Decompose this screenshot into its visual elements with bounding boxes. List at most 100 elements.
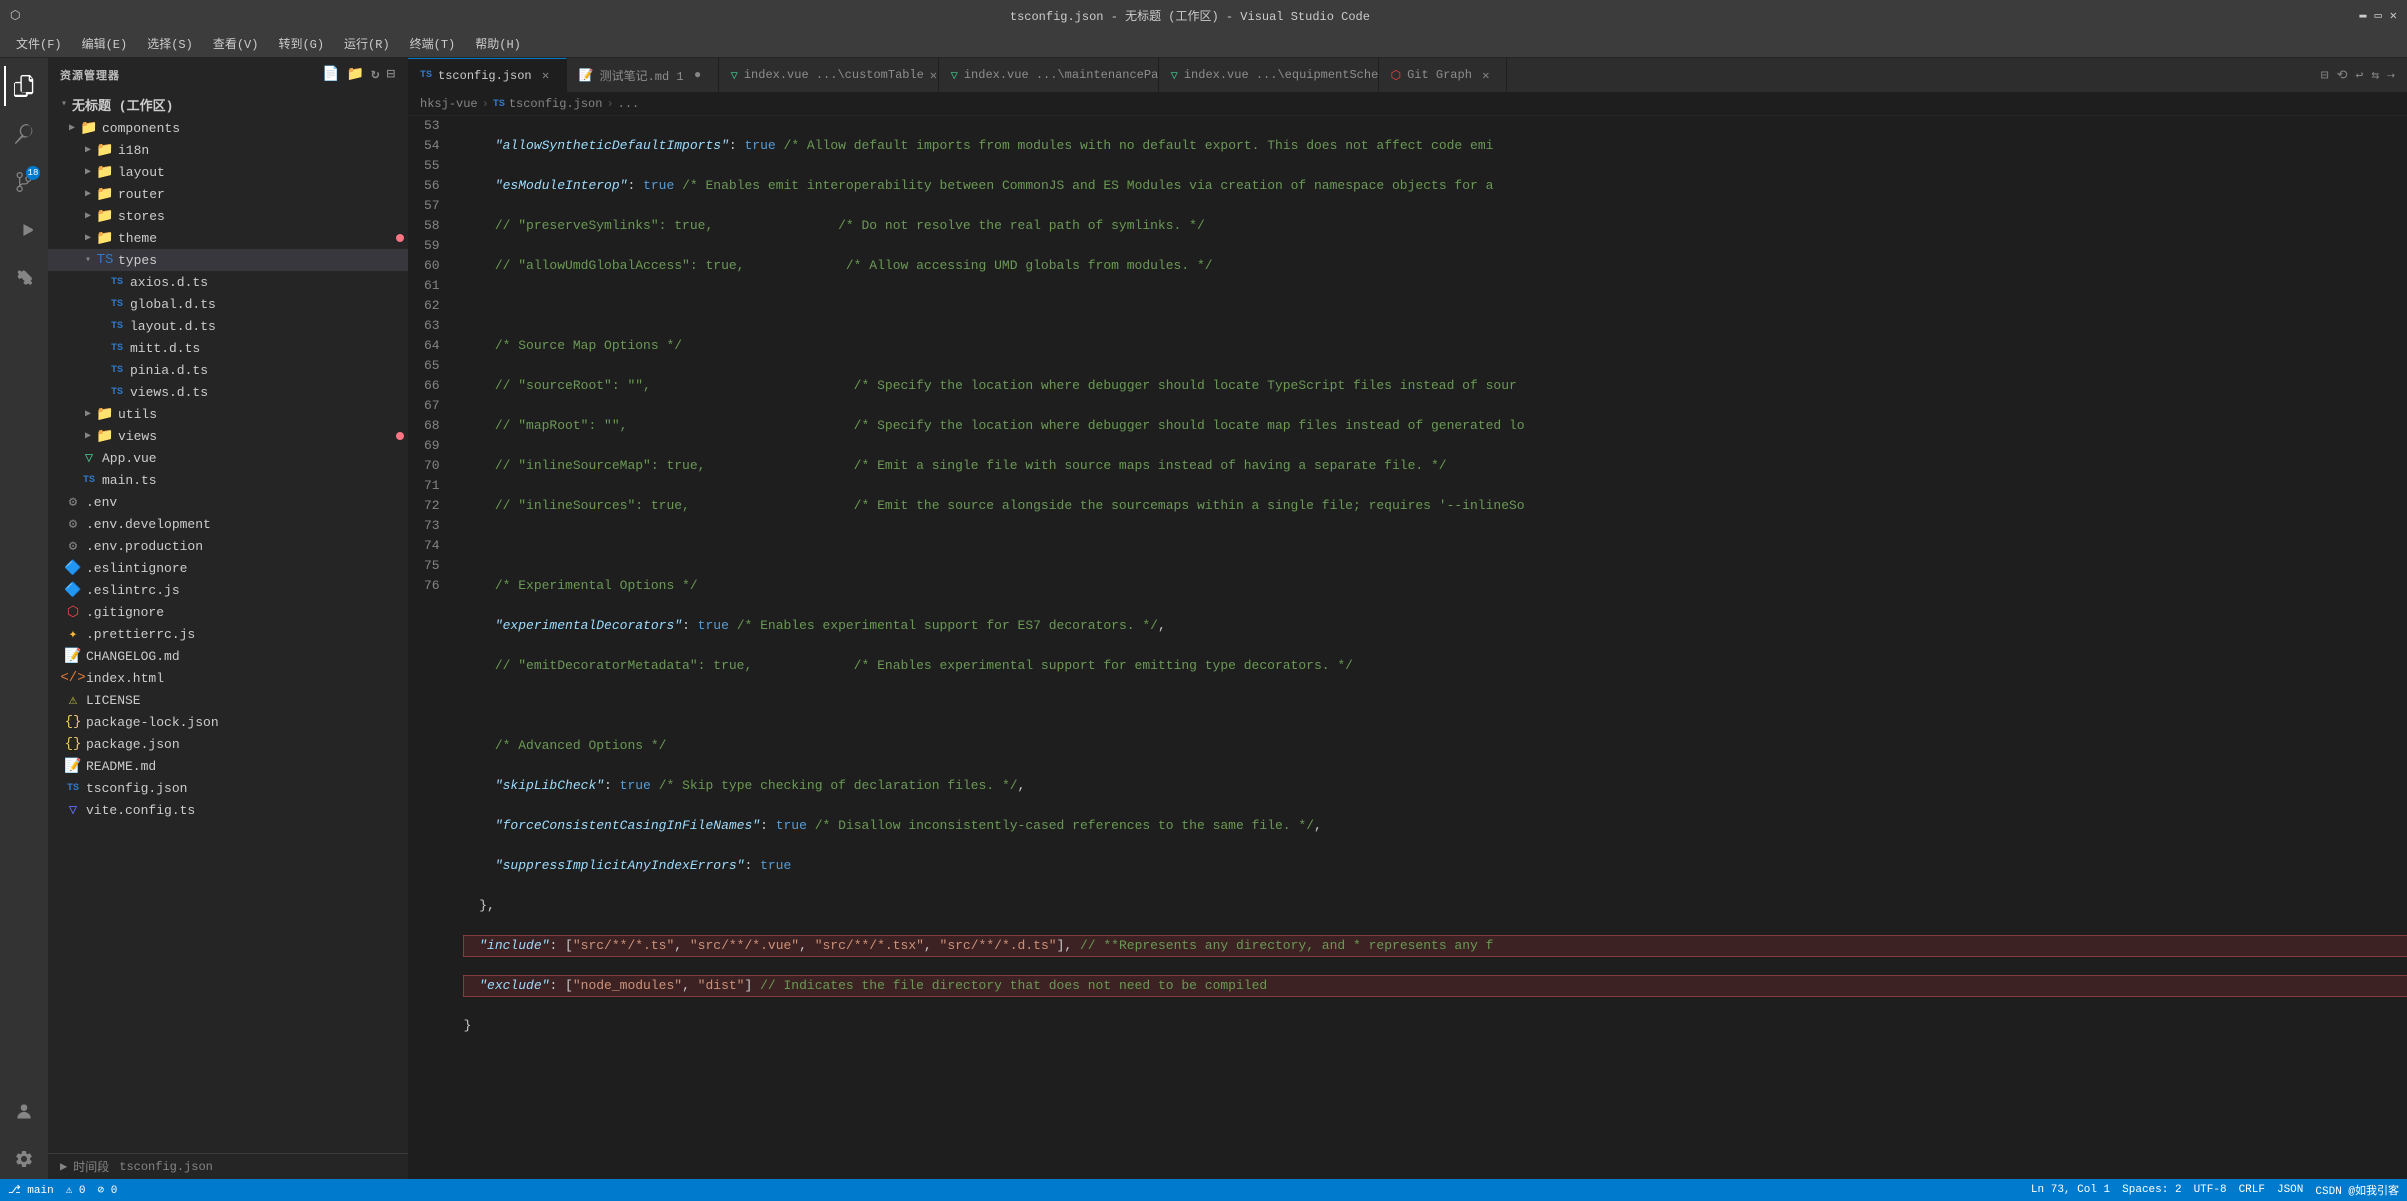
collapse-icon[interactable]: ⊟ xyxy=(387,66,396,83)
sidebar-item-gitignore[interactable]: ⬡ .gitignore xyxy=(48,601,408,623)
menu-help[interactable]: 帮助(H) xyxy=(467,33,529,54)
code-editor[interactable]: "allowSyntheticDefaultImports": true /* … xyxy=(448,116,2407,1179)
sidebar-item-views-d-ts[interactable]: TS views.d.ts xyxy=(48,381,408,403)
sidebar-item-license[interactable]: ⚠ LICENSE xyxy=(48,689,408,711)
sidebar-item-prettierrc[interactable]: ✦ .prettierrc.js xyxy=(48,623,408,645)
menu-file[interactable]: 文件(F) xyxy=(8,33,70,54)
sidebar-item-vite-config[interactable]: ▽ vite.config.ts xyxy=(48,799,408,821)
status-language[interactable]: JSON xyxy=(2277,1184,2303,1196)
line-numbers: 53 54 55 56 57 58 59 60 61 62 63 64 65 6… xyxy=(408,116,448,1179)
activity-search[interactable] xyxy=(4,114,44,154)
sidebar-item-index-html[interactable]: </> index.html xyxy=(48,667,408,689)
status-spaces[interactable]: Spaces: 2 xyxy=(2122,1184,2181,1196)
status-errors[interactable]: ⚠ 0 xyxy=(66,1183,86,1197)
status-encoding[interactable]: UTF-8 xyxy=(2194,1184,2227,1196)
editor-panel: TS tsconfig.json ✕ 📝 测试笔记.md 1 ● ▽ index… xyxy=(408,58,2407,1179)
sidebar-item-changelog[interactable]: 📝 CHANGELOG.md xyxy=(48,645,408,667)
menu-view[interactable]: 查看(V) xyxy=(205,33,267,54)
sidebar-item-components[interactable]: ▶ 📁 components xyxy=(48,117,408,139)
sidebar-item-axios-d-ts[interactable]: TS axios.d.ts xyxy=(48,271,408,293)
sidebar-item-main-ts[interactable]: TS main.ts xyxy=(48,469,408,491)
menu-run[interactable]: 运行(R) xyxy=(336,33,398,54)
sidebar-item-i18n[interactable]: ▶ 📁 i18n xyxy=(48,139,408,161)
sidebar-item-tsconfig[interactable]: TS tsconfig.json xyxy=(48,777,408,799)
menu-goto[interactable]: 转到(G) xyxy=(270,33,332,54)
tab-index-equipment[interactable]: ▽ index.vue ...\equipmentSchedule M ● xyxy=(1159,58,1379,92)
tab-git-graph-close[interactable]: ✕ xyxy=(1478,67,1494,83)
new-folder-icon[interactable]: 📁 xyxy=(347,66,365,83)
status-git-branch[interactable]: ⎇ main xyxy=(8,1183,54,1197)
menu-select[interactable]: 选择(S) xyxy=(139,33,201,54)
status-line-ending[interactable]: CRLF xyxy=(2239,1184,2265,1196)
menu-edit[interactable]: 编辑(E) xyxy=(74,33,136,54)
sidebar-item-stores[interactable]: ▶ 📁 stores xyxy=(48,205,408,227)
i18n-icon: 📁 xyxy=(96,141,114,159)
sidebar-item-global-d-ts[interactable]: TS global.d.ts xyxy=(48,293,408,315)
sidebar-item-package-lock[interactable]: {} package-lock.json xyxy=(48,711,408,733)
sidebar-item-env[interactable]: ⚙ .env xyxy=(48,491,408,513)
editor-more-icon[interactable]: ↩ xyxy=(2356,68,2364,83)
breadcrumb-hksj-vue[interactable]: hksj-vue xyxy=(420,97,478,111)
minimize-button[interactable]: ▬ xyxy=(2359,8,2366,23)
tab-tsconfig-json[interactable]: TS tsconfig.json ✕ xyxy=(408,58,567,92)
sidebar-item-views[interactable]: ▶ 📁 views xyxy=(48,425,408,447)
eslintignore-label: .eslintignore xyxy=(86,561,408,576)
sidebar-item-app-vue[interactable]: ▽ App.vue xyxy=(48,447,408,469)
sidebar-item-mitt-d-ts[interactable]: TS mitt.d.ts xyxy=(48,337,408,359)
sidebar-item-pinia-d-ts[interactable]: TS pinia.d.ts xyxy=(48,359,408,381)
tab-git-graph[interactable]: ⬡ Git Graph ✕ xyxy=(1379,58,1507,92)
breadcrumb: hksj-vue › TS tsconfig.json › ... xyxy=(408,93,2407,116)
sidebar-header-icons: 📄 📁 ↻ ⊟ xyxy=(322,66,396,83)
editor-content[interactable]: 53 54 55 56 57 58 59 60 61 62 63 64 65 6… xyxy=(408,116,2407,1179)
tab-index-maintenance[interactable]: ▽ index.vue ...\maintenanceParam ✕ xyxy=(939,58,1159,92)
close-button[interactable]: ✕ xyxy=(2390,8,2397,23)
timeline-arrow[interactable]: ▶ xyxy=(60,1159,67,1174)
breadcrumb-tsconfig[interactable]: tsconfig.json xyxy=(509,97,603,111)
workspace-root[interactable]: ▾ 无标题 (工作区) xyxy=(48,91,408,117)
window-controls[interactable]: ▬ ▭ ✕ xyxy=(2359,8,2397,23)
tab-custom-table-close[interactable]: ✕ xyxy=(930,67,937,83)
activity-run-debug[interactable] xyxy=(4,210,44,250)
sidebar-item-readme[interactable]: 📝 README.md xyxy=(48,755,408,777)
breadcrumb-dots[interactable]: ... xyxy=(618,97,640,111)
tab-git-graph-icon: ⬡ xyxy=(1391,68,1401,83)
maximize-button[interactable]: ▭ xyxy=(2375,8,2382,23)
activity-source-control[interactable]: 18 xyxy=(4,162,44,202)
sidebar-item-package-json[interactable]: {} package.json xyxy=(48,733,408,755)
activity-explorer[interactable] xyxy=(4,66,44,106)
status-warnings[interactable]: ⊘ 0 xyxy=(98,1183,118,1197)
activity-accounts[interactable] xyxy=(4,1091,44,1131)
editor-collapse-icon[interactable]: ⇢ xyxy=(2387,68,2395,83)
code-line-76 xyxy=(464,1056,2407,1076)
editor-close-icon[interactable]: ⇆ xyxy=(2371,68,2379,83)
sidebar-item-eslintrc[interactable]: 🔷 .eslintrc.js → xyxy=(48,579,408,601)
tab-test-notes[interactable]: 📝 测试笔记.md 1 ● xyxy=(567,58,719,92)
tab-tsconfig-close[interactable]: ✕ xyxy=(538,68,554,84)
sidebar-item-theme[interactable]: ▶ 📁 theme xyxy=(48,227,408,249)
tab-notes-close[interactable]: ● xyxy=(690,67,706,83)
activity-bar: 18 xyxy=(0,58,48,1179)
status-ln-col[interactable]: Ln 73, Col 1 xyxy=(2031,1184,2110,1196)
timeline-section: ▶ 时间段 tsconfig.json xyxy=(48,1153,408,1179)
code-line-68: /* Advanced Options */ xyxy=(464,736,2407,756)
activity-extensions[interactable] xyxy=(4,258,44,298)
sidebar-item-utils[interactable]: ▶ 📁 utils xyxy=(48,403,408,425)
editor-settings-icon[interactable]: ⟲ xyxy=(2337,68,2348,83)
components-label: components xyxy=(102,121,408,136)
sidebar-item-types[interactable]: ▾ TS types xyxy=(48,249,408,271)
app-vue-label: App.vue xyxy=(102,451,408,466)
sidebar-item-env-dev[interactable]: ⚙ .env.development xyxy=(48,513,408,535)
sidebar-item-router[interactable]: ▶ 📁 router xyxy=(48,183,408,205)
sidebar-item-layout[interactable]: ▶ 📁 layout xyxy=(48,161,408,183)
menu-terminal[interactable]: 终端(T) xyxy=(402,33,464,54)
tab-index-custom-table[interactable]: ▽ index.vue ...\customTable ✕ xyxy=(719,58,939,92)
sidebar-item-layout-d-ts[interactable]: TS layout.d.ts xyxy=(48,315,408,337)
sidebar-item-eslintignore[interactable]: 🔷 .eslintignore xyxy=(48,557,408,579)
sidebar-item-env-prod[interactable]: ⚙ .env.production xyxy=(48,535,408,557)
new-file-icon[interactable]: 📄 xyxy=(322,66,340,83)
title-bar: ⬡ tsconfig.json - 无标题 (工作区) - Visual Stu… xyxy=(0,0,2407,30)
refresh-icon[interactable]: ↻ xyxy=(371,66,380,83)
split-editor-icon[interactable]: ⊟ xyxy=(2321,68,2329,83)
activity-settings[interactable] xyxy=(4,1139,44,1179)
eslintignore-icon: 🔷 xyxy=(64,559,82,577)
